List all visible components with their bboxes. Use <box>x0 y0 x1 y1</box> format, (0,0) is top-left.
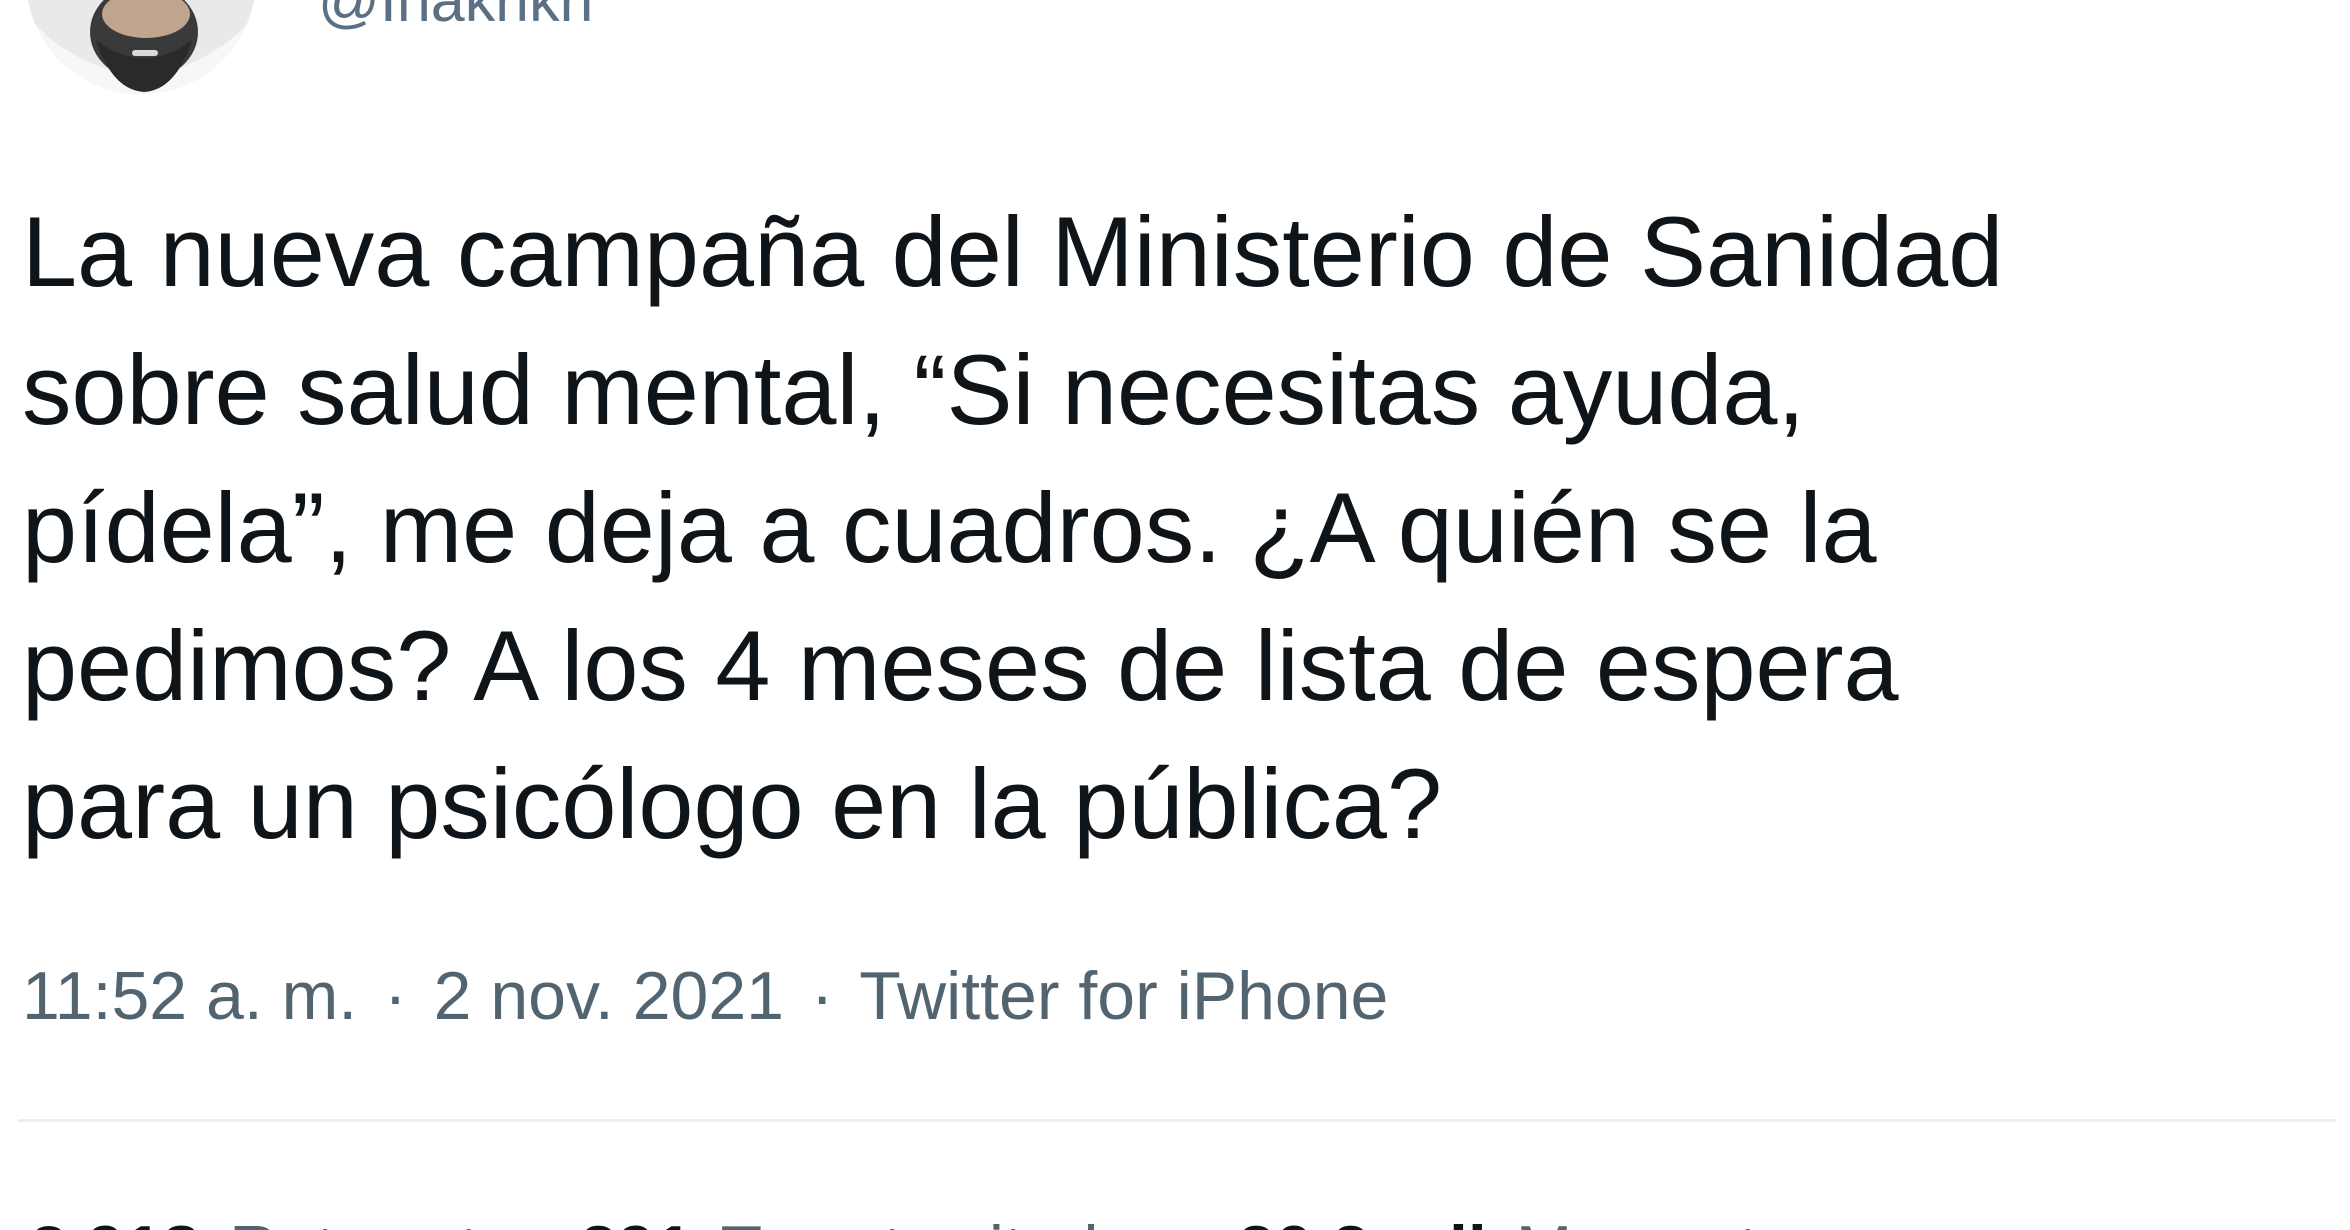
user-avatar-icon <box>26 0 256 94</box>
tweet-text: La nueva campaña del Ministerio de Sanid… <box>22 183 2332 873</box>
meta-separator: · <box>384 958 407 1034</box>
tweet-stats: 3.918 Retweets 291 Tweets citados 20,2 m… <box>30 1210 1843 1230</box>
tweet-text-line: La nueva campaña del Ministerio de Sanid… <box>22 196 2004 307</box>
avatar[interactable] <box>26 0 256 94</box>
retweets-stat[interactable]: 3.918 Retweets <box>30 1210 513 1230</box>
retweets-label: Retweets <box>229 1212 512 1230</box>
tweet-date[interactable]: 2 nov. 2021 <box>434 958 784 1034</box>
divider <box>18 1119 2336 1122</box>
meta-separator: · <box>810 958 834 1034</box>
likes-label: Me gusta <box>1516 1212 1796 1230</box>
quotes-stat[interactable]: 291 Tweets citados <box>579 1210 1170 1230</box>
tweet-text-line: pídela”, me deja a cuadros. ¿A quién se … <box>22 472 1877 583</box>
tweet-source[interactable]: Twitter for iPhone <box>859 958 1388 1034</box>
quotes-label: Tweets citados <box>721 1212 1171 1230</box>
tweet-text-line: para un psicólogo en la pública? <box>22 748 1443 859</box>
tweet-time[interactable]: 11:52 a. m. <box>22 958 357 1034</box>
tweet-detail-page: @Inakrikri La nueva campaña del Minister… <box>0 0 2350 1230</box>
quotes-count: 291 <box>579 1212 692 1230</box>
likes-stat[interactable]: 20,2 mil Me gusta <box>1237 1210 1795 1230</box>
author-handle[interactable]: @Inakrikri <box>318 0 593 40</box>
tweet-text-line: sobre salud mental, “Si necesitas ayuda, <box>22 334 1805 445</box>
tweet-metadata: 11:52 a. m. · 2 nov. 2021 · Twitter for … <box>22 956 1388 1036</box>
retweets-count: 3.918 <box>30 1212 200 1230</box>
likes-count: 20,2 mil <box>1237 1212 1487 1230</box>
tweet-text-line: pedimos? A los 4 meses de lista de esper… <box>22 610 1899 721</box>
